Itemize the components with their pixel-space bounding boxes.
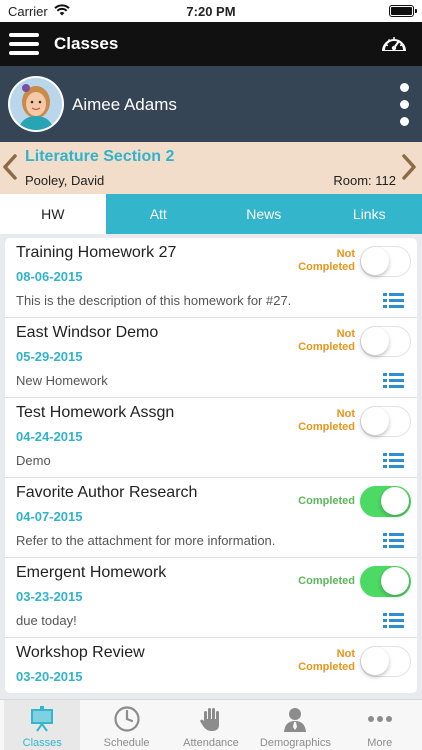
toggle-knob xyxy=(361,407,389,435)
homework-description: New Homework xyxy=(16,373,108,388)
chevron-left-icon[interactable] xyxy=(2,154,18,180)
tabbar-item-demographics[interactable]: Demographics xyxy=(253,700,337,750)
homework-row[interactable]: Training Homework 27 08-06-2015 This is … xyxy=(5,238,417,318)
classes-icon xyxy=(31,706,54,732)
more-dots-icon xyxy=(367,716,392,722)
tab-links[interactable]: Links xyxy=(317,194,422,234)
toggle-knob xyxy=(361,247,389,275)
details-list-icon[interactable] xyxy=(383,373,404,388)
completion-toggle[interactable] xyxy=(360,406,411,437)
class-tabs: HW Att News Links xyxy=(0,194,422,234)
homework-description: due today! xyxy=(16,613,77,628)
homework-date: 03-20-2015 xyxy=(16,669,83,684)
homework-row[interactable]: Test Homework Assgn 04-24-2015 Demo Not … xyxy=(5,398,417,478)
toggle-knob xyxy=(361,647,389,675)
completion-toggle[interactable] xyxy=(360,326,411,357)
dashboard-gauge-icon[interactable] xyxy=(380,31,408,57)
tabbar-label: More xyxy=(367,737,393,749)
tabbar-item-more[interactable]: More xyxy=(338,700,422,750)
homework-row[interactable]: East Windsor Demo 05-29-2015 New Homewor… xyxy=(5,318,417,398)
tabbar-item-attendance[interactable]: Attendance xyxy=(169,700,253,750)
status-line-1: Completed xyxy=(298,575,355,587)
homework-title: Favorite Author Research xyxy=(16,484,198,501)
homework-status: Not Completed xyxy=(265,328,355,354)
homework-status: Not Completed xyxy=(265,248,355,274)
homework-list[interactable]: Training Homework 27 08-06-2015 This is … xyxy=(5,238,417,693)
homework-date: 08-06-2015 xyxy=(16,269,83,284)
details-list-icon[interactable] xyxy=(383,293,404,308)
class-name: Literature Section 2 xyxy=(25,148,175,165)
completion-toggle[interactable] xyxy=(360,246,411,277)
completion-toggle[interactable] xyxy=(360,566,411,597)
status-line-1: Not xyxy=(336,648,355,660)
nav-bar: Classes xyxy=(0,22,422,66)
tabbar-label: Demographics xyxy=(259,737,331,749)
homework-title: Emergent Homework xyxy=(16,564,167,581)
person-icon xyxy=(284,708,307,732)
homework-status: Not Completed xyxy=(265,408,355,434)
clock-label: 7:20 PM xyxy=(186,4,236,19)
homework-date: 04-07-2015 xyxy=(16,509,83,524)
homework-status: Completed xyxy=(265,495,355,508)
completion-toggle[interactable] xyxy=(360,646,411,677)
homework-description: Refer to the attachment for more informa… xyxy=(16,533,276,548)
status-line-1: Not xyxy=(336,408,355,420)
status-line-2: Completed xyxy=(298,661,355,673)
tabbar-item-schedule[interactable]: Schedule xyxy=(84,700,168,750)
homework-row[interactable]: Favorite Author Research 04-07-2015 Refe… xyxy=(5,478,417,558)
teacher-name: Pooley, David xyxy=(25,173,105,188)
homework-row[interactable]: Emergent Homework 03-23-2015 due today! … xyxy=(5,558,417,638)
student-photo xyxy=(10,78,62,130)
hand-icon xyxy=(199,708,219,731)
homework-description: This is the description of this homework… xyxy=(16,293,292,308)
details-list-icon[interactable] xyxy=(383,533,404,548)
tabbar-label: Attendance xyxy=(183,737,239,749)
tabbar-label: Schedule xyxy=(103,737,150,749)
status-line-2: Completed xyxy=(298,421,355,433)
status-line-1: Not xyxy=(336,248,355,260)
avatar[interactable] xyxy=(8,76,64,132)
status-line-1: Not xyxy=(336,328,355,340)
chevron-right-icon[interactable] xyxy=(401,154,417,180)
kebab-menu-icon[interactable] xyxy=(400,83,410,127)
status-bar: Carrier 7:20 PM xyxy=(0,0,422,22)
room-number: Room: 112 xyxy=(333,173,396,188)
tab-hw[interactable]: HW xyxy=(0,194,106,234)
bottom-tab-bar: Classes Schedule Attendance Demographics xyxy=(0,699,422,750)
toggle-knob xyxy=(381,487,409,515)
details-list-icon[interactable] xyxy=(383,613,404,628)
toggle-knob xyxy=(381,567,409,595)
clock-icon xyxy=(113,706,140,732)
class-selector: Literature Section 2 Pooley, David Room:… xyxy=(0,142,422,194)
homework-title: Workshop Review xyxy=(16,644,145,661)
completion-toggle[interactable] xyxy=(360,486,411,517)
homework-title: Test Homework Assgn xyxy=(16,404,175,421)
homework-title: Training Homework 27 xyxy=(16,244,177,261)
tabbar-item-classes[interactable]: Classes xyxy=(0,700,84,750)
status-line-2: Completed xyxy=(298,341,355,353)
homework-row[interactable]: Workshop Review 03-20-2015 Not Completed xyxy=(5,638,417,693)
tabbar-label: Classes xyxy=(22,737,62,749)
status-line-2: Completed xyxy=(298,261,355,273)
homework-date: 05-29-2015 xyxy=(16,349,83,364)
status-line-1: Completed xyxy=(298,495,355,507)
battery-icon xyxy=(389,5,417,17)
homework-title: East Windsor Demo xyxy=(16,324,159,341)
tab-att[interactable]: Att xyxy=(106,194,212,234)
toggle-knob xyxy=(361,327,389,355)
details-list-icon[interactable] xyxy=(383,453,404,468)
student-name: Aimee Adams xyxy=(72,95,177,114)
homework-date: 03-23-2015 xyxy=(16,589,83,604)
homework-description: Demo xyxy=(16,453,51,468)
hamburger-menu-icon[interactable] xyxy=(9,31,39,57)
homework-date: 04-24-2015 xyxy=(16,429,83,444)
homework-status: Completed xyxy=(265,575,355,588)
homework-status: Not Completed xyxy=(265,648,355,674)
tab-news[interactable]: News xyxy=(211,194,317,234)
page-title: Classes xyxy=(54,34,119,53)
student-profile-header: Aimee Adams xyxy=(0,66,422,142)
